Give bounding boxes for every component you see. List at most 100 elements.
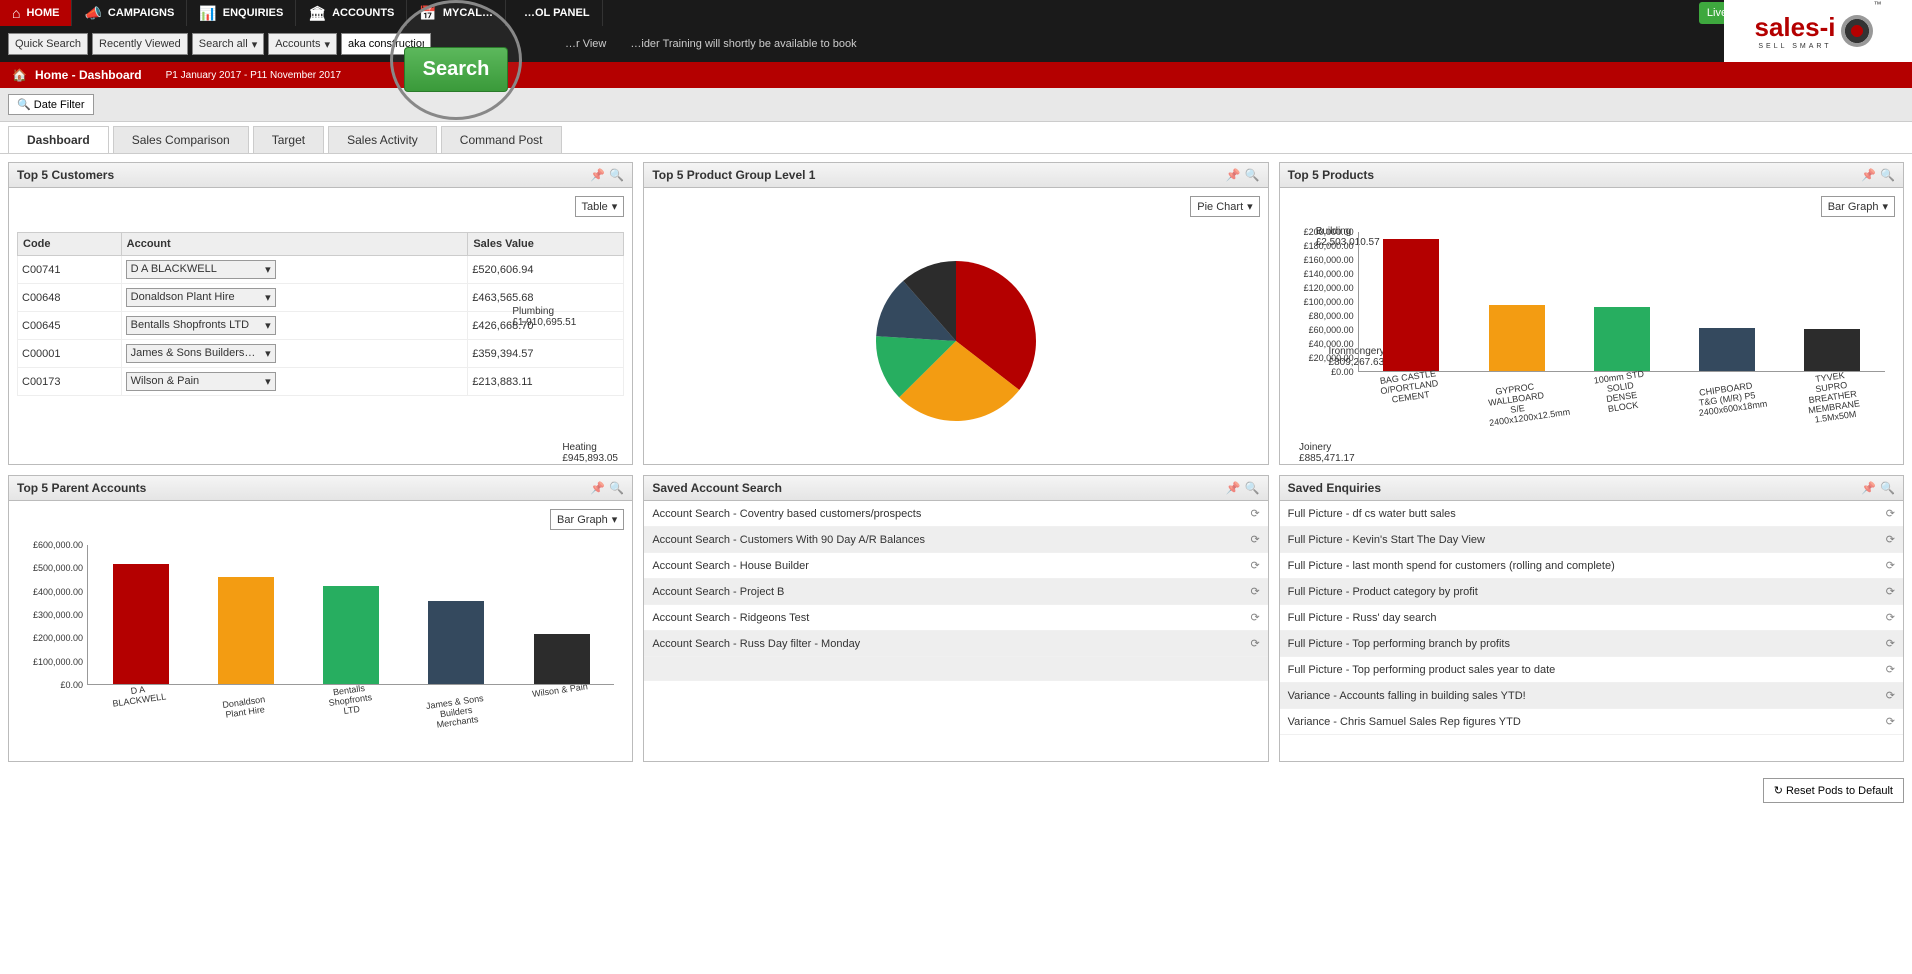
account-dropdown[interactable]: D A BLACKWELL xyxy=(126,260,276,279)
nav-label: CAMPAIGNS xyxy=(108,7,174,19)
widget-saved-enquiries: Saved Enquiries 📌🔍 Full Picture - df cs … xyxy=(1279,475,1904,762)
list-item[interactable]: Full Picture - Top performing branch by … xyxy=(1280,631,1903,657)
search-button[interactable]: Search xyxy=(404,47,509,92)
pin-icon[interactable]: 📌 xyxy=(1861,168,1876,182)
list-item-label: Full Picture - Product category by profi… xyxy=(1288,586,1478,598)
list-item-label: Account Search - Customers With 90 Day A… xyxy=(652,534,925,546)
zoom-icon[interactable]: 🔍 xyxy=(1245,481,1260,495)
page-title: Home - Dashboard xyxy=(35,68,142,82)
zoom-icon[interactable]: 🔍 xyxy=(609,168,624,182)
bar[interactable] xyxy=(218,577,274,684)
refresh-icon[interactable]: ⟳ xyxy=(1886,585,1895,598)
home-icon[interactable]: 🏠 xyxy=(12,68,27,82)
account-dropdown[interactable]: Bentalls Shopfronts LTD xyxy=(126,316,276,335)
x-label: Bentalls Shopfronts LTD xyxy=(318,681,383,729)
zoom-icon[interactable]: 🔍 xyxy=(1245,168,1260,182)
nav-label: …OL PANEL xyxy=(524,7,590,19)
recently-viewed-button[interactable]: Recently Viewed xyxy=(92,33,188,55)
reset-pods-button[interactable]: ↻ Reset Pods to Default xyxy=(1763,778,1904,803)
y-tick: £40,000.00 xyxy=(1309,339,1354,349)
bar[interactable] xyxy=(323,586,379,684)
widget-tools: 📌🔍 xyxy=(1861,168,1895,182)
list-item[interactable]: Full Picture - df cs water butt sales⟳ xyxy=(1280,501,1903,527)
nav-item-enquiries[interactable]: 📊ENQUIRIES xyxy=(187,0,296,26)
bar[interactable] xyxy=(534,634,590,684)
tab-target[interactable]: Target xyxy=(253,126,324,153)
tab-sales-comparison[interactable]: Sales Comparison xyxy=(113,126,249,153)
pin-icon[interactable]: 📌 xyxy=(590,168,605,182)
view-text: …r View xyxy=(565,38,606,50)
refresh-icon[interactable]: ⟳ xyxy=(1886,715,1895,728)
bar[interactable] xyxy=(1489,305,1545,371)
refresh-icon[interactable]: ⟳ xyxy=(1886,611,1895,624)
nav-item-olpanel[interactable]: …OL PANEL xyxy=(506,0,603,26)
bar-chart: £200,000.00£180,000.00£160,000.00£140,00… xyxy=(1288,232,1895,412)
list-item[interactable]: Full Picture - Kevin's Start The Day Vie… xyxy=(1280,527,1903,553)
x-label: Donaldson Plant Hire xyxy=(214,693,277,729)
list-item[interactable]: Full Picture - Russ' day search⟳ xyxy=(1280,605,1903,631)
caret-icon xyxy=(612,513,618,526)
refresh-icon[interactable]: ⟳ xyxy=(1250,507,1259,520)
zoom-icon[interactable]: 🔍 xyxy=(1880,168,1895,182)
refresh-icon[interactable]: ⟳ xyxy=(1886,559,1895,572)
list-item[interactable]: Account Search - Customers With 90 Day A… xyxy=(644,527,1267,553)
refresh-icon[interactable]: ⟳ xyxy=(1250,559,1259,572)
date-filter-button[interactable]: 🔍 Date Filter xyxy=(8,94,94,115)
nav-item-accounts[interactable]: 🏛ACCOUNTS xyxy=(296,0,407,26)
zoom-icon[interactable]: 🔍 xyxy=(1880,481,1895,495)
list-item-label: Account Search - House Builder xyxy=(652,560,809,572)
x-label: TYVEK SUPRO BREATHER MEMBRANE 1.5Mx50M xyxy=(1800,368,1865,416)
tab-dashboard[interactable]: Dashboard xyxy=(8,126,109,153)
refresh-icon[interactable]: ⟳ xyxy=(1886,663,1895,676)
list-item[interactable]: Account Search - Ridgeons Test⟳ xyxy=(644,605,1267,631)
account-dropdown[interactable]: Wilson & Pain xyxy=(126,372,276,391)
bar[interactable] xyxy=(1383,239,1439,371)
tab-sales-activity[interactable]: Sales Activity xyxy=(328,126,437,153)
bar[interactable] xyxy=(1594,307,1650,371)
view-select[interactable]: Pie Chart xyxy=(1190,196,1259,217)
refresh-icon[interactable]: ⟳ xyxy=(1250,611,1259,624)
view-select[interactable]: Table xyxy=(575,196,625,217)
search-scope-select[interactable]: Search all xyxy=(192,33,264,55)
nav-item-campaigns[interactable]: 📣CAMPAIGNS xyxy=(72,0,187,26)
list-item[interactable]: Full Picture - Product category by profi… xyxy=(1280,579,1903,605)
refresh-icon[interactable]: ⟳ xyxy=(1250,637,1259,650)
list-item[interactable]: Variance - Accounts falling in building … xyxy=(1280,683,1903,709)
list-item[interactable]: Full Picture - Top performing product sa… xyxy=(1280,657,1903,683)
account-dropdown[interactable]: James & Sons Builders… xyxy=(126,344,276,363)
pin-icon[interactable]: 📌 xyxy=(1861,481,1876,495)
col-header: Account xyxy=(121,233,468,256)
account-dropdown[interactable]: Donaldson Plant Hire xyxy=(126,288,276,307)
bars xyxy=(1358,232,1885,372)
widget-title: Top 5 Customers xyxy=(17,168,114,182)
view-select[interactable]: Bar Graph xyxy=(550,509,624,530)
nav-item-home[interactable]: ⌂HOME xyxy=(0,0,72,26)
refresh-icon[interactable]: ⟳ xyxy=(1886,689,1895,702)
pin-icon[interactable]: 📌 xyxy=(1226,168,1241,182)
refresh-icon[interactable]: ⟳ xyxy=(1250,533,1259,546)
nav-icon: 🏛 xyxy=(308,5,326,22)
refresh-icon[interactable]: ⟳ xyxy=(1250,585,1259,598)
pin-icon[interactable]: 📌 xyxy=(1226,481,1241,495)
quick-search-button[interactable]: Quick Search xyxy=(8,33,88,55)
list-item[interactable]: Account Search - House Builder ⟳ xyxy=(644,553,1267,579)
bar[interactable] xyxy=(428,601,484,684)
tab-command-post[interactable]: Command Post xyxy=(441,126,562,153)
list-item[interactable]: Full Picture - last month spend for cust… xyxy=(1280,553,1903,579)
zoom-icon[interactable]: 🔍 xyxy=(609,481,624,495)
refresh-icon[interactable]: ⟳ xyxy=(1886,533,1895,546)
bar[interactable] xyxy=(1804,329,1860,371)
bar[interactable] xyxy=(113,564,169,684)
view-select[interactable]: Bar Graph xyxy=(1821,196,1895,217)
list-item[interactable]: Account Search - Russ Day filter - Monda… xyxy=(644,631,1267,657)
bar[interactable] xyxy=(1699,328,1755,371)
y-axis: £200,000.00£180,000.00£160,000.00£140,00… xyxy=(1288,232,1358,372)
pin-icon[interactable]: 📌 xyxy=(590,481,605,495)
list-item[interactable]: Variance - Chris Samuel Sales Rep figure… xyxy=(1280,709,1903,735)
search-type-select[interactable]: Accounts xyxy=(268,33,337,55)
list-item[interactable]: Account Search - Project B⟳ xyxy=(644,579,1267,605)
refresh-icon[interactable]: ⟳ xyxy=(1886,637,1895,650)
util-bar: 🔍 Date Filter xyxy=(0,88,1912,122)
list-item[interactable]: Account Search - Coventry based customer… xyxy=(644,501,1267,527)
refresh-icon[interactable]: ⟳ xyxy=(1886,507,1895,520)
